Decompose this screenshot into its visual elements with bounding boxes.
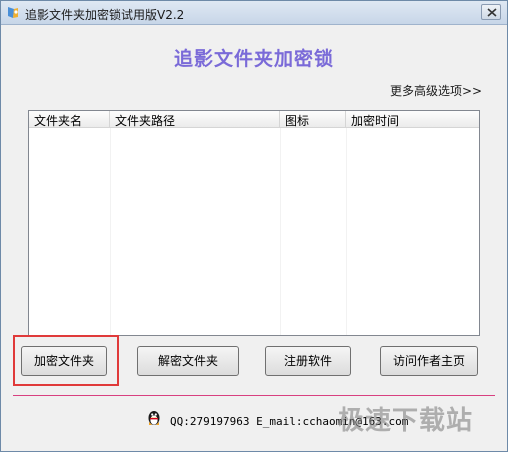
- encrypt-folder-button[interactable]: 加密文件夹: [21, 346, 107, 376]
- watermark: 极速下载站: [338, 406, 474, 436]
- folder-list[interactable]: 文件夹名 文件夹路径 图标 加密时间: [28, 110, 480, 336]
- column-header-encrypt-time[interactable]: 加密时间: [346, 111, 479, 127]
- client-area: 追影文件夹加密锁 更多高级选项>> 文件夹名 文件夹路径 图标 加密时间 加密文…: [2, 26, 506, 451]
- divider: [13, 395, 495, 396]
- visit-author-homepage-button[interactable]: 访问作者主页: [380, 346, 478, 376]
- column-gridline: [110, 128, 111, 335]
- column-header-icon[interactable]: 图标: [280, 111, 346, 127]
- window-title: 追影文件夹加密锁试用版V2.2: [25, 8, 185, 22]
- app-icon: [8, 7, 18, 18]
- decrypt-folder-button[interactable]: 解密文件夹: [137, 346, 239, 376]
- close-icon: [487, 8, 497, 17]
- more-options-link[interactable]: 更多高级选项>>: [390, 82, 482, 99]
- app-heading: 追影文件夹加密锁: [173, 48, 334, 70]
- column-gridline: [346, 128, 347, 335]
- column-header-folder-path[interactable]: 文件夹路径: [110, 111, 280, 127]
- column-gridline: [280, 128, 281, 335]
- app-window: 追影文件夹加密锁试用版V2.2 追影文件夹加密锁 更多高级选项>> 文件夹名 文…: [0, 0, 508, 452]
- title-bar[interactable]: 追影文件夹加密锁试用版V2.2: [1, 1, 507, 25]
- qq-penguin-icon: [148, 411, 160, 425]
- list-header: 文件夹名 文件夹路径 图标 加密时间: [29, 111, 479, 128]
- close-button[interactable]: [481, 4, 501, 20]
- column-header-folder-name[interactable]: 文件夹名: [29, 111, 110, 127]
- register-software-button[interactable]: 注册软件: [265, 346, 351, 376]
